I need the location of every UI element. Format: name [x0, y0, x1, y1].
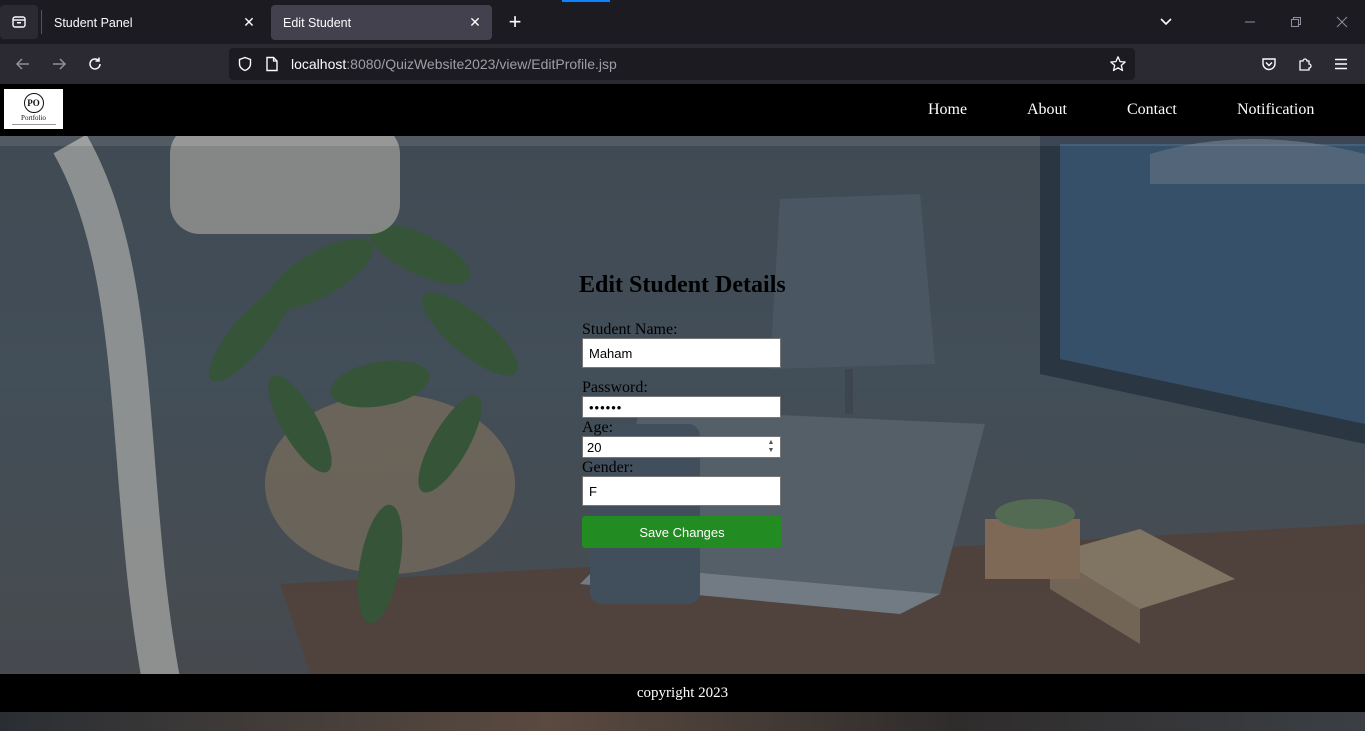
browser-nav-bar: localhost:8080/QuizWebsite2023/view/Edit…: [0, 44, 1365, 84]
close-icon[interactable]: ✕: [241, 14, 257, 30]
background-bottom-strip: [0, 712, 1365, 731]
password-input[interactable]: ••••••: [582, 396, 781, 418]
pocket-icon: [1262, 58, 1276, 71]
tab-edit-student[interactable]: Edit Student ✕: [271, 5, 492, 40]
logo-tagline-line: [11, 124, 56, 125]
arrow-left-icon: [15, 58, 29, 70]
reload-button[interactable]: [82, 52, 108, 76]
new-tab-button[interactable]: +: [501, 8, 529, 36]
student-name-value: Maham: [589, 345, 633, 361]
save-changes-button[interactable]: Save Changes: [582, 516, 782, 548]
logo-word: Portfolio: [21, 114, 46, 122]
back-button[interactable]: [10, 52, 36, 76]
student-name-label: Student Name:: [582, 321, 678, 338]
close-icon[interactable]: ✕: [467, 14, 483, 30]
restore-button[interactable]: [1286, 12, 1306, 32]
age-input[interactable]: 20 ▲ ▼: [582, 436, 781, 458]
extensions-button[interactable]: [1292, 52, 1318, 76]
password-label: Password:: [582, 379, 648, 396]
chevron-down-icon: [1160, 18, 1172, 26]
firefox-view-icon: [12, 16, 26, 28]
hamburger-icon: [1335, 58, 1347, 70]
puzzle-icon: [1299, 58, 1312, 71]
chevron-up-icon[interactable]: ▲: [768, 439, 775, 447]
nav-notification-link[interactable]: Notification: [1237, 101, 1314, 119]
browser-tab-bar: Student Panel ✕ Edit Student ✕ +: [0, 0, 1365, 44]
chevron-down-icon[interactable]: ▼: [768, 447, 775, 455]
web-page: PO Portfolio Home About Contact Notifica…: [0, 84, 1365, 731]
tab-title: Edit Student: [283, 15, 352, 30]
arrow-right-icon: [53, 58, 67, 70]
nav-about-link[interactable]: About: [1027, 101, 1067, 119]
logo-monogram: PO: [23, 93, 44, 113]
forward-button[interactable]: [46, 52, 72, 76]
gender-label: Gender:: [582, 459, 634, 476]
tab-title: Student Panel: [54, 15, 133, 30]
url-text[interactable]: localhost:8080/QuizWebsite2023/view/Edit…: [291, 56, 617, 72]
gender-input[interactable]: F: [582, 476, 781, 506]
minimize-icon: [1245, 21, 1255, 23]
gender-value: F: [589, 483, 597, 499]
age-label: Age:: [582, 419, 614, 436]
close-icon: [1336, 16, 1348, 28]
minimize-button[interactable]: [1240, 12, 1260, 32]
menu-button[interactable]: [1328, 52, 1354, 76]
header-shadow-strip: [0, 136, 1365, 146]
nav-contact-link[interactable]: Contact: [1127, 101, 1177, 119]
copyright-text: copyright 2023: [636, 684, 729, 701]
tab-student-panel[interactable]: Student Panel ✕: [42, 5, 266, 40]
site-logo[interactable]: PO Portfolio: [4, 89, 63, 129]
restore-icon: [1291, 17, 1301, 27]
url-host: localhost: [291, 56, 347, 72]
reload-icon: [89, 57, 101, 70]
password-value: ••••••: [589, 399, 623, 415]
list-all-tabs-button[interactable]: [1156, 12, 1176, 32]
site-footer: copyright 2023: [0, 674, 1365, 712]
student-name-input[interactable]: Maham: [582, 338, 781, 368]
close-window-button[interactable]: [1332, 12, 1352, 32]
pocket-button[interactable]: [1256, 52, 1282, 76]
form-title: Edit Student Details: [579, 272, 786, 298]
url-path: :8080/QuizWebsite2023/view/EditProfile.j…: [346, 56, 617, 72]
age-value: 20: [587, 439, 602, 455]
nav-home-link[interactable]: Home: [928, 101, 967, 119]
shield-icon[interactable]: [237, 56, 253, 72]
star-icon[interactable]: [1109, 55, 1127, 73]
site-header: PO Portfolio Home About Contact Notifica…: [0, 84, 1365, 136]
url-bar[interactable]: localhost:8080/QuizWebsite2023/view/Edit…: [229, 48, 1135, 80]
tab-accent-line: [562, 0, 610, 2]
age-stepper[interactable]: ▲ ▼: [764, 439, 778, 455]
page-icon[interactable]: [265, 56, 279, 72]
firefox-view-button[interactable]: [0, 5, 38, 39]
